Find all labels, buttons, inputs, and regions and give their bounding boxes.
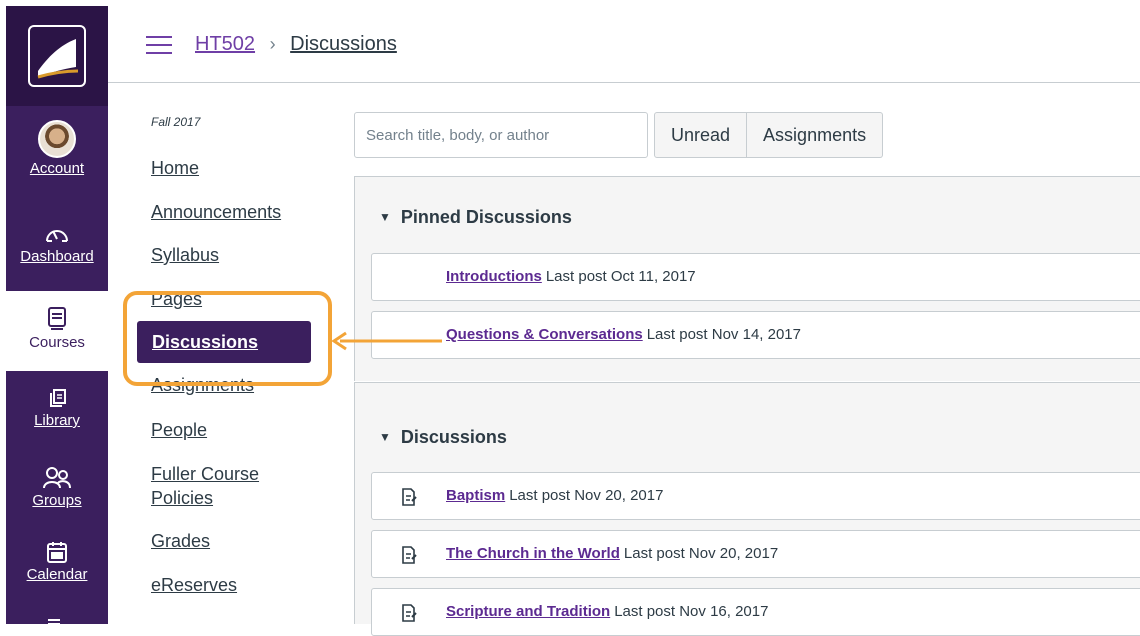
unread-filter-button[interactable]: Unread — [654, 112, 748, 158]
global-nav-label: Account — [29, 160, 85, 177]
highlight-box — [123, 291, 332, 386]
discussion-title-link[interactable]: Introductions — [446, 268, 542, 285]
caret-down-icon: ▼ — [379, 210, 391, 224]
course-nav-grades[interactable]: Grades — [151, 529, 210, 553]
global-nav-account[interactable]: Account — [6, 120, 108, 177]
caret-down-icon: ▼ — [379, 430, 391, 444]
dashboard-icon — [46, 230, 68, 242]
discussion-title-link[interactable]: Questions & Conversations — [446, 326, 643, 343]
discussion-title-link[interactable]: Scripture and Tradition — [446, 603, 610, 620]
course-nav-syllabus[interactable]: Syllabus — [151, 243, 219, 267]
avatar — [38, 120, 76, 158]
pinned-discussions-heading[interactable]: ▼ Pinned Discussions — [379, 207, 572, 228]
global-nav-library[interactable]: Library — [6, 388, 108, 429]
course-term: Fall 2017 — [151, 115, 201, 129]
global-nav-label: Calendar — [26, 566, 88, 583]
institution-logo[interactable] — [6, 6, 108, 106]
course-nav-people[interactable]: People — [151, 418, 207, 442]
hamburger-menu-icon[interactable] — [146, 36, 172, 54]
course-nav-fuller-course-policies[interactable]: Fuller Course Policies — [151, 462, 301, 510]
groups-icon — [43, 467, 71, 489]
discussion-last-post: Last post Nov 20, 2017 — [509, 487, 664, 504]
search-input[interactable] — [354, 112, 648, 158]
discussion-row[interactable]: Questions & Conversations Last post Nov 1… — [371, 311, 1140, 359]
discussion-icon — [402, 604, 417, 622]
breadcrumb: HT502 › Discussions — [195, 33, 397, 56]
discussion-row[interactable]: The Church in the World Last post Nov 20,… — [371, 530, 1140, 578]
global-nav-calendar[interactable]: Calendar — [6, 540, 108, 583]
book-logo-icon — [28, 25, 86, 87]
assignments-filter-button[interactable]: Assignments — [747, 112, 884, 158]
course-nav-ereserves[interactable]: eReserves — [151, 573, 237, 597]
pinned-discussions-panel: ▼ Pinned Discussions Introductions Last po… — [354, 176, 1140, 381]
breadcrumb-course-link[interactable]: HT502 — [195, 33, 255, 55]
global-nav-label: Library — [34, 412, 80, 429]
discussion-last-post: Last post Nov 20, 2017 — [623, 545, 779, 562]
course-nav-home[interactable]: Home — [151, 156, 199, 180]
global-nav: Account Dashboard Courses Library Groups… — [6, 6, 108, 624]
global-nav-label: Dashboard — [20, 248, 94, 265]
discussion-title-link[interactable]: Baptism — [446, 487, 505, 504]
course-nav-announcements[interactable]: Announcements — [151, 200, 281, 224]
calendar-icon — [47, 542, 67, 563]
inbox-icon — [48, 619, 60, 624]
global-nav-label: Courses — [29, 334, 85, 351]
discussion-last-post: Last post Nov 14, 2017 — [646, 326, 801, 343]
annotation-arrow-icon — [331, 331, 442, 351]
global-nav-dashboard[interactable]: Dashboard — [6, 222, 108, 265]
discussions-panel: ▼ Discussions Baptism Last post Nov 20, 20… — [354, 382, 1140, 636]
discussion-last-post: Last post Nov 16, 2017 — [614, 603, 769, 620]
courses-icon — [48, 307, 66, 330]
library-icon — [50, 389, 66, 407]
breadcrumb-page-link[interactable]: Discussions — [290, 33, 397, 55]
discussion-last-post: Last post Oct 11, 2017 — [545, 268, 696, 285]
discussion-row[interactable]: Scripture and Tradition Last post Nov 16,… — [371, 588, 1140, 636]
discussion-row[interactable]: Baptism Last post Nov 20, 2017 — [371, 472, 1140, 520]
global-nav-courses[interactable]: Courses — [6, 291, 108, 371]
page-header: HT502 › Discussions — [108, 6, 1140, 83]
discussion-icon — [402, 488, 417, 506]
filter-button-group: Unread Assignments — [654, 112, 884, 158]
global-nav-label: Groups — [32, 492, 82, 509]
discussion-icon — [402, 546, 417, 564]
global-nav-groups[interactable]: Groups — [6, 466, 108, 509]
global-nav-more[interactable] — [6, 612, 108, 624]
breadcrumb-separator-icon: › — [269, 34, 276, 54]
discussion-row[interactable]: Introductions Last post Oct 11, 2017 — [371, 253, 1140, 301]
discussions-heading[interactable]: ▼ Discussions — [379, 427, 507, 448]
discussion-title-link[interactable]: The Church in the World — [446, 545, 620, 562]
